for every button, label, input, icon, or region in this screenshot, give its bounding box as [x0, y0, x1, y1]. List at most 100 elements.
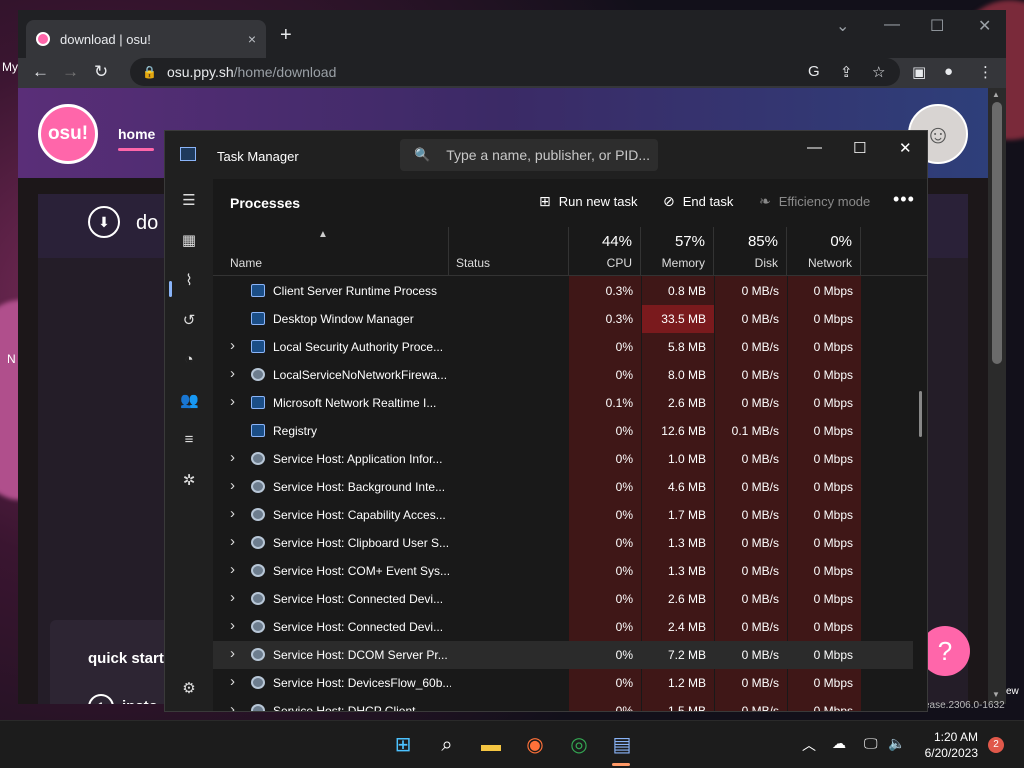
notification-badge[interactable]: 2 [988, 737, 1004, 753]
close-tab-icon[interactable]: × [248, 31, 256, 47]
process-row[interactable]: › Service Host: COM+ Event Sys... 0% 1.3 MB… [213, 557, 913, 585]
close-window-icon[interactable]: ✕ [978, 16, 991, 36]
window-icon [251, 284, 265, 297]
process-row[interactable]: › Service Host: Connected Devi... 0% 2.4 MB… [213, 613, 913, 641]
expand-chevron-icon[interactable]: › [230, 645, 235, 662]
minimize-icon[interactable]: — [884, 16, 900, 34]
process-row[interactable]: Client Server Runtime Process 0.3% 0.8 MB 0… [213, 277, 913, 305]
processes-panel: Processes ⊞ Run new task ⊘ End task ❧ Ef… [213, 179, 927, 711]
process-row[interactable]: › Local Security Authority Proce... 0% 5.8 … [213, 333, 913, 361]
process-row[interactable]: › Service Host: Capability Acces... 0% 1.7 … [213, 501, 913, 529]
tab-search-chevron-icon[interactable]: ⌄ [836, 16, 849, 36]
performance-icon[interactable]: ⌇ [180, 271, 198, 289]
network-icon[interactable]: 🖵 [864, 735, 878, 752]
details-icon[interactable]: ≡ [180, 431, 198, 448]
new-tab-button[interactable]: + [280, 24, 292, 47]
more-options-icon[interactable]: ••• [893, 189, 915, 210]
nav-home-link[interactable]: home [118, 126, 155, 142]
column-header-disk[interactable]: 85% Disk [714, 227, 787, 275]
file-explorer-icon[interactable]: ▬ [479, 733, 503, 757]
chrome-icon[interactable]: ◎ [567, 733, 591, 757]
process-row[interactable]: › Service Host: Background Inte... 0% 4.6 M… [213, 473, 913, 501]
services-icon[interactable]: ✲ [180, 471, 198, 489]
close-window-icon[interactable]: ✕ [899, 139, 912, 157]
efficiency-mode-button[interactable]: ❧ Efficiency mode [759, 193, 870, 210]
browser-tab[interactable]: download | osu! × [26, 20, 266, 58]
tm-search-input[interactable]: 🔍 Type a name, publisher, or PID... [400, 139, 658, 171]
osu-logo[interactable]: osu! [38, 104, 98, 164]
forward-arrow-icon[interactable]: → [62, 62, 79, 82]
cpu-header-label: CPU [606, 256, 632, 270]
process-list-scroll-thumb[interactable] [919, 391, 922, 437]
bookmark-star-icon[interactable]: ☆ [872, 63, 885, 81]
process-row[interactable]: › Service Host: DHCP Client 0% 1.5 MB 0 MB/s… [213, 697, 913, 711]
windows-start-icon[interactable]: ⊞ [391, 733, 415, 757]
show-hidden-icons-chevron-icon[interactable]: ︿ [802, 735, 816, 755]
process-memory-value: 12.6 MB [661, 424, 706, 438]
download-section-icon: ⬇ [88, 206, 120, 238]
process-row[interactable]: › Service Host: Connected Devi... 0% 2.6 MB… [213, 585, 913, 613]
end-task-button[interactable]: ⊘ End task [663, 193, 733, 210]
firefox-icon[interactable]: ◉ [523, 733, 547, 757]
settings-gear-icon[interactable]: ⚙ [180, 679, 198, 697]
process-row[interactable]: › Service Host: Clipboard User S... 0% 1.3 … [213, 529, 913, 557]
expand-chevron-icon[interactable]: › [230, 337, 235, 354]
process-row[interactable]: Registry 0% 12.6 MB 0.1 MB/s 0 Mbps [213, 417, 913, 445]
profile-icon[interactable]: ● [944, 63, 953, 80]
run-new-task-button[interactable]: ⊞ Run new task [539, 193, 638, 210]
status-header-label: Status [456, 256, 491, 270]
back-arrow-icon[interactable]: ← [32, 62, 49, 82]
column-header-status[interactable]: Status [449, 227, 569, 275]
search-icon[interactable]: ⌕ [435, 733, 459, 757]
process-row[interactable]: › Service Host: DCOM Server Pr... 0% 7.2 MB… [213, 641, 913, 669]
task-manager-taskbar-icon[interactable]: ▤ [610, 733, 634, 757]
process-row[interactable]: › Service Host: Application Infor... 0% 1.0… [213, 445, 913, 473]
app-history-icon[interactable]: ↺ [180, 311, 198, 329]
minimize-icon[interactable]: — [807, 139, 822, 156]
column-header-memory[interactable]: 57% Memory [641, 227, 714, 275]
expand-chevron-icon[interactable]: › [230, 589, 235, 606]
expand-chevron-icon[interactable]: › [230, 449, 235, 466]
users-icon[interactable]: 👥 [180, 391, 199, 409]
maximize-icon[interactable]: ☐ [853, 139, 866, 157]
menu-kebab-icon[interactable]: ⋮ [978, 63, 993, 81]
address-bar[interactable]: 🔒 osu.ppy.sh/home/download [130, 58, 900, 86]
expand-chevron-icon[interactable]: › [230, 673, 235, 690]
process-row[interactable]: › Microsoft Network Realtime I... 0.1% 2.6 … [213, 389, 913, 417]
process-network-value: 0 Mbps [813, 452, 853, 466]
scroll-up-icon[interactable]: ▲ [992, 90, 1000, 99]
process-row[interactable]: Desktop Window Manager 0.3% 33.5 MB 0 MB/s 0… [213, 305, 913, 333]
google-lens-icon[interactable]: G [808, 63, 820, 80]
expand-chevron-icon[interactable]: › [230, 561, 235, 578]
process-row[interactable]: › Service Host: DevicesFlow_60b... 0% 1.2 M… [213, 669, 913, 697]
column-header-network[interactable]: 0% Network [787, 227, 861, 275]
column-header-name[interactable]: Name [223, 227, 449, 275]
share-icon[interactable]: ⇪ [840, 63, 853, 81]
side-panel-icon[interactable]: ▣ [912, 63, 926, 81]
expand-chevron-icon[interactable]: › [230, 505, 235, 522]
startup-apps-icon[interactable]: ◔ [180, 351, 198, 368]
expand-chevron-icon[interactable]: › [230, 477, 235, 494]
maximize-icon[interactable]: ☐ [930, 16, 944, 36]
memory-header-label: Memory [661, 256, 705, 270]
process-name: Service Host: Application Infor... [273, 452, 443, 466]
osu-favicon-icon [36, 32, 50, 46]
processes-icon[interactable]: ▦ [180, 231, 198, 249]
disk-percent: 85% [747, 233, 778, 250]
column-header-cpu[interactable]: 44% CPU [569, 227, 641, 275]
system-clock[interactable]: 1:20 AM 6/20/2023 [908, 729, 978, 761]
hamburger-menu-icon[interactable]: ☰ [180, 191, 198, 209]
expand-chevron-icon[interactable]: › [230, 617, 235, 634]
expand-chevron-icon[interactable]: › [230, 533, 235, 550]
scroll-thumb[interactable] [992, 102, 1002, 364]
volume-icon[interactable]: 🔈 [888, 735, 905, 752]
process-row[interactable]: › LocalServiceNoNetworkFirewa... 0% 8.0 MB 0… [213, 361, 913, 389]
reload-icon[interactable]: ↻ [94, 62, 108, 82]
cloud-icon[interactable]: ☁ [832, 735, 846, 752]
scroll-down-icon[interactable]: ▼ [992, 690, 1000, 699]
page-scrollbar[interactable]: ▲ ▼ [988, 88, 1006, 704]
expand-chevron-icon[interactable]: › [230, 365, 235, 382]
expand-chevron-icon[interactable]: › [230, 701, 235, 711]
process-name: Registry [273, 424, 318, 438]
expand-chevron-icon[interactable]: › [230, 393, 235, 410]
